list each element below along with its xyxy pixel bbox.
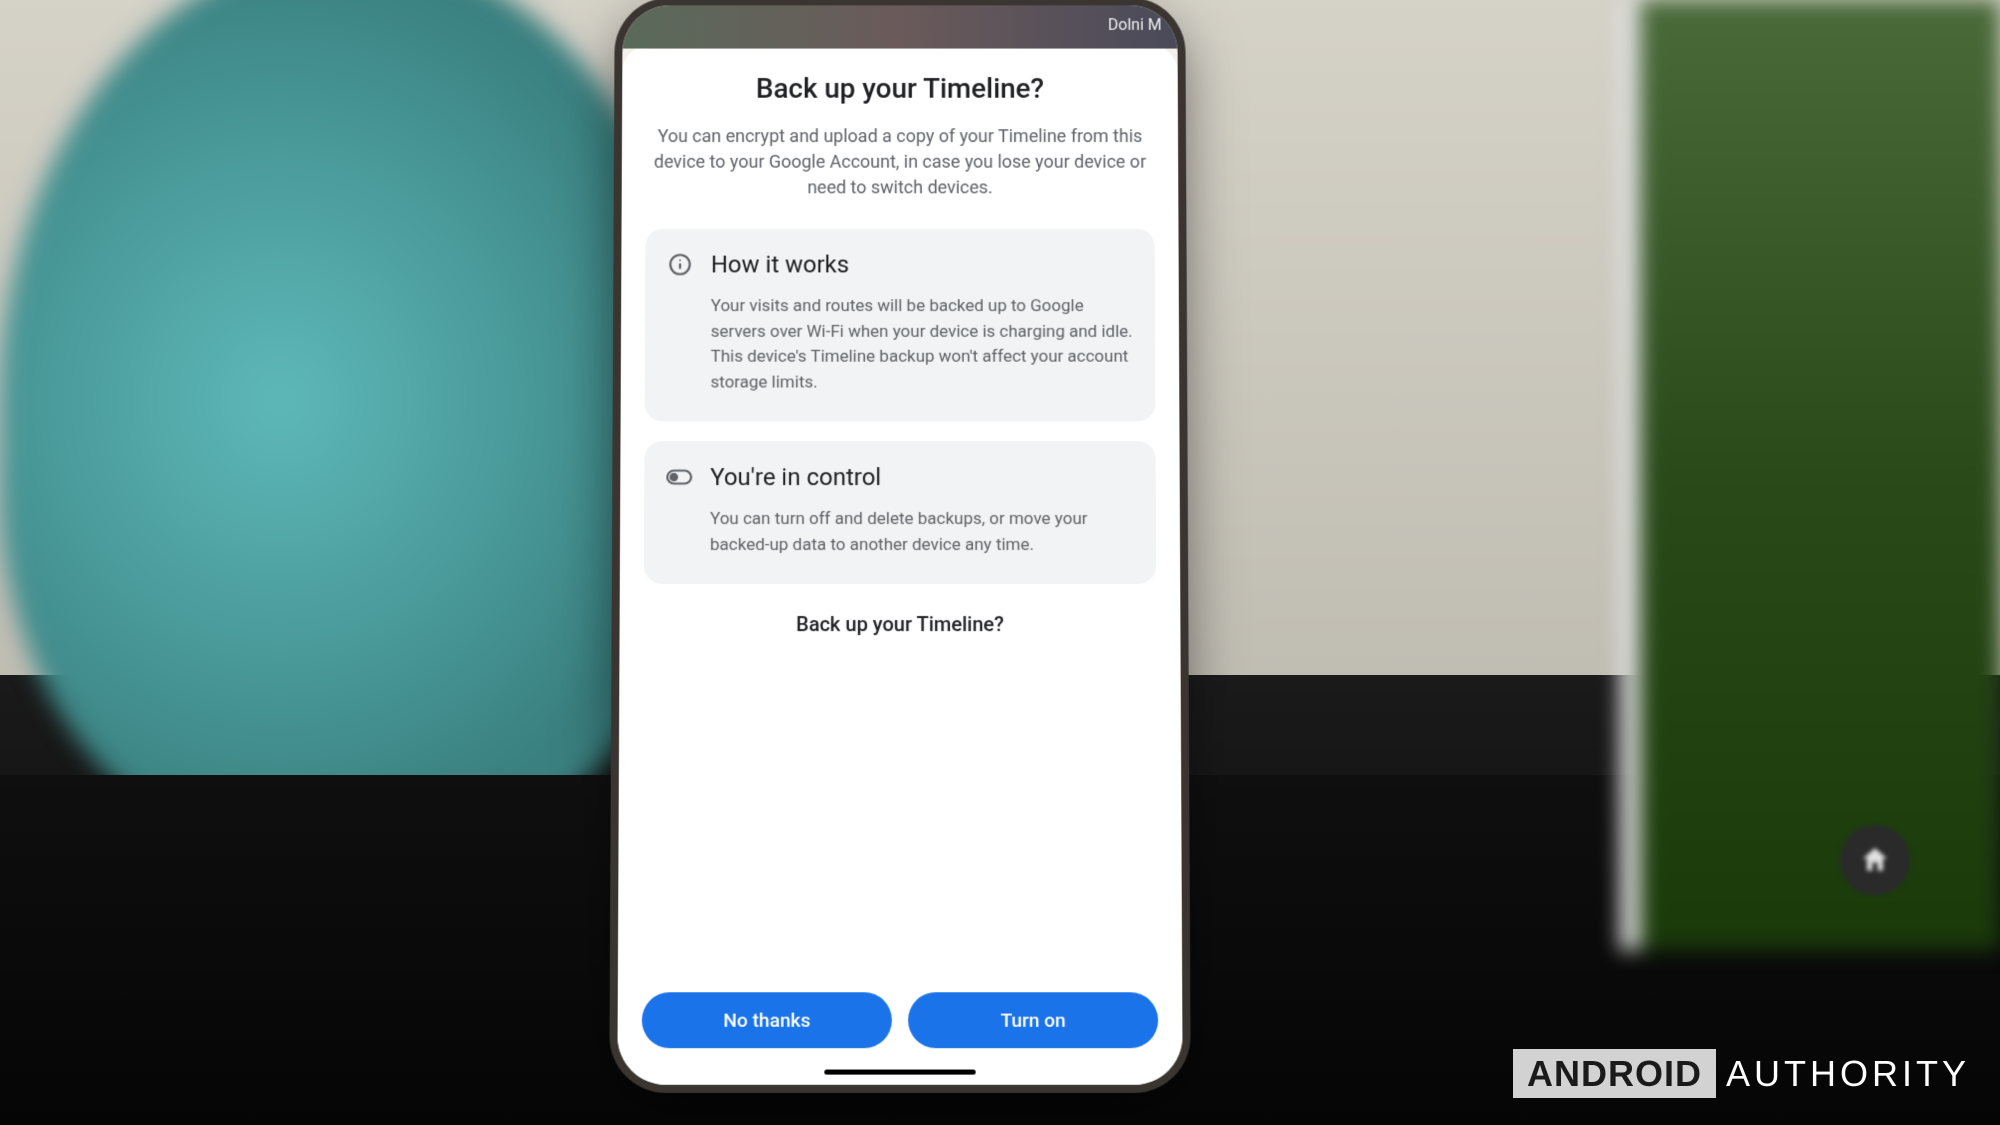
phone-frame: Dolni M Back up your Timeline? You can e… bbox=[617, 5, 1182, 1084]
watermark: ANDROIDAUTHORITY bbox=[1513, 1053, 1970, 1095]
toggle-icon bbox=[666, 464, 692, 490]
gesture-home-indicator[interactable] bbox=[824, 1070, 975, 1075]
card-title: You're in control bbox=[710, 463, 881, 491]
backup-dialog: Back up your Timeline? You can encrypt a… bbox=[617, 45, 1182, 1085]
map-location-label: Dolni M bbox=[1108, 15, 1162, 34]
no-thanks-button[interactable]: No thanks bbox=[642, 992, 892, 1048]
dialog-title: Back up your Timeline? bbox=[646, 72, 1154, 104]
watermark-suffix: AUTHORITY bbox=[1726, 1053, 1970, 1094]
card-body: You can turn off and delete backups, or … bbox=[666, 507, 1134, 558]
dialog-subtitle: You can encrypt and upload a copy of you… bbox=[646, 124, 1155, 201]
background-photo-frame bbox=[1620, 0, 2000, 950]
card-body: Your visits and routes will be backed up… bbox=[667, 294, 1134, 395]
smart-display-home-button bbox=[1840, 825, 1910, 895]
how-it-works-card: How it works Your visits and routes will… bbox=[645, 229, 1156, 421]
background-pot bbox=[0, 0, 700, 850]
watermark-brand: ANDROID bbox=[1513, 1049, 1716, 1098]
button-row: No thanks Turn on bbox=[642, 992, 1159, 1064]
turn-on-button[interactable]: Turn on bbox=[908, 992, 1158, 1048]
card-title: How it works bbox=[711, 251, 849, 279]
card-header: You're in control bbox=[666, 463, 1134, 491]
confirm-question: Back up your Timeline? bbox=[644, 612, 1157, 636]
card-header: How it works bbox=[667, 251, 1133, 279]
map-status-area: Dolni M bbox=[622, 5, 1177, 48]
youre-in-control-card: You're in control You can turn off and d… bbox=[644, 442, 1156, 585]
info-icon bbox=[667, 252, 693, 278]
